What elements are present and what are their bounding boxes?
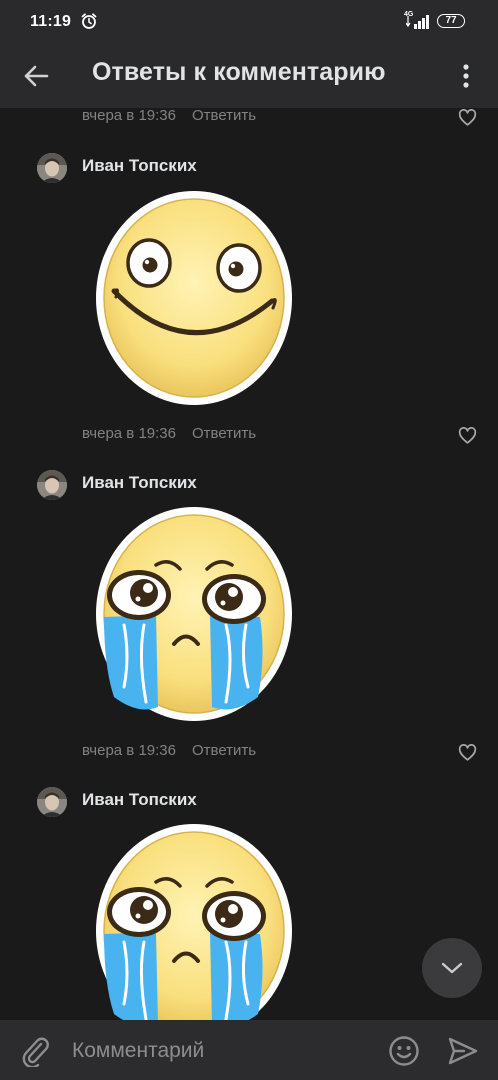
paperclip-icon[interactable] bbox=[20, 1035, 50, 1067]
comment-meta: вчера в 19:36 Ответить bbox=[82, 108, 256, 124]
comment-time: вчера в 19:36 bbox=[82, 742, 176, 759]
signal-icon bbox=[406, 15, 429, 29]
more-vertical-icon[interactable] bbox=[456, 62, 476, 90]
alarm-icon bbox=[81, 13, 97, 29]
comment-meta: вчера в 19:36 Ответить bbox=[82, 425, 256, 442]
heart-icon[interactable] bbox=[458, 427, 477, 444]
author-name[interactable]: Иван Топских bbox=[82, 790, 197, 810]
reply-button[interactable]: Ответить bbox=[192, 108, 256, 124]
avatar[interactable] bbox=[37, 153, 67, 183]
comment-composer bbox=[0, 1020, 498, 1080]
crying-emoji-sticker bbox=[94, 824, 294, 1020]
heart-icon[interactable] bbox=[458, 109, 477, 126]
smiling-emoji-sticker bbox=[94, 191, 294, 405]
author-name[interactable]: Иван Топских bbox=[82, 473, 197, 493]
status-bar: 11:19 4G 77 bbox=[0, 0, 498, 44]
comment-meta: вчера в 19:36 Ответить bbox=[82, 742, 256, 759]
send-icon[interactable] bbox=[448, 1037, 478, 1065]
chevron-down-icon bbox=[441, 962, 463, 974]
crying-emoji-sticker bbox=[94, 507, 294, 721]
back-arrow-icon[interactable] bbox=[22, 62, 50, 90]
battery-icon: 77 bbox=[437, 14, 465, 28]
heart-icon[interactable] bbox=[458, 744, 477, 761]
comment-time: вчера в 19:36 bbox=[82, 425, 176, 442]
clock: 11:19 bbox=[30, 13, 72, 30]
comment-time: вчера в 19:36 bbox=[82, 108, 176, 124]
avatar[interactable] bbox=[37, 787, 67, 817]
scroll-down-button[interactable] bbox=[422, 938, 482, 998]
page-title: Ответы к комментарию bbox=[92, 58, 386, 86]
emoji-icon[interactable] bbox=[388, 1035, 420, 1067]
author-name[interactable]: Иван Топских bbox=[82, 156, 197, 176]
app-bar: Ответы к комментарию bbox=[0, 44, 498, 108]
reply-button[interactable]: Ответить bbox=[192, 425, 256, 442]
comment-input[interactable] bbox=[72, 1038, 372, 1064]
avatar[interactable] bbox=[37, 470, 67, 500]
replies-feed[interactable]: вчера в 19:36 Ответить Иван Топских вчера… bbox=[0, 108, 498, 1020]
reply-button[interactable]: Ответить bbox=[192, 742, 256, 759]
